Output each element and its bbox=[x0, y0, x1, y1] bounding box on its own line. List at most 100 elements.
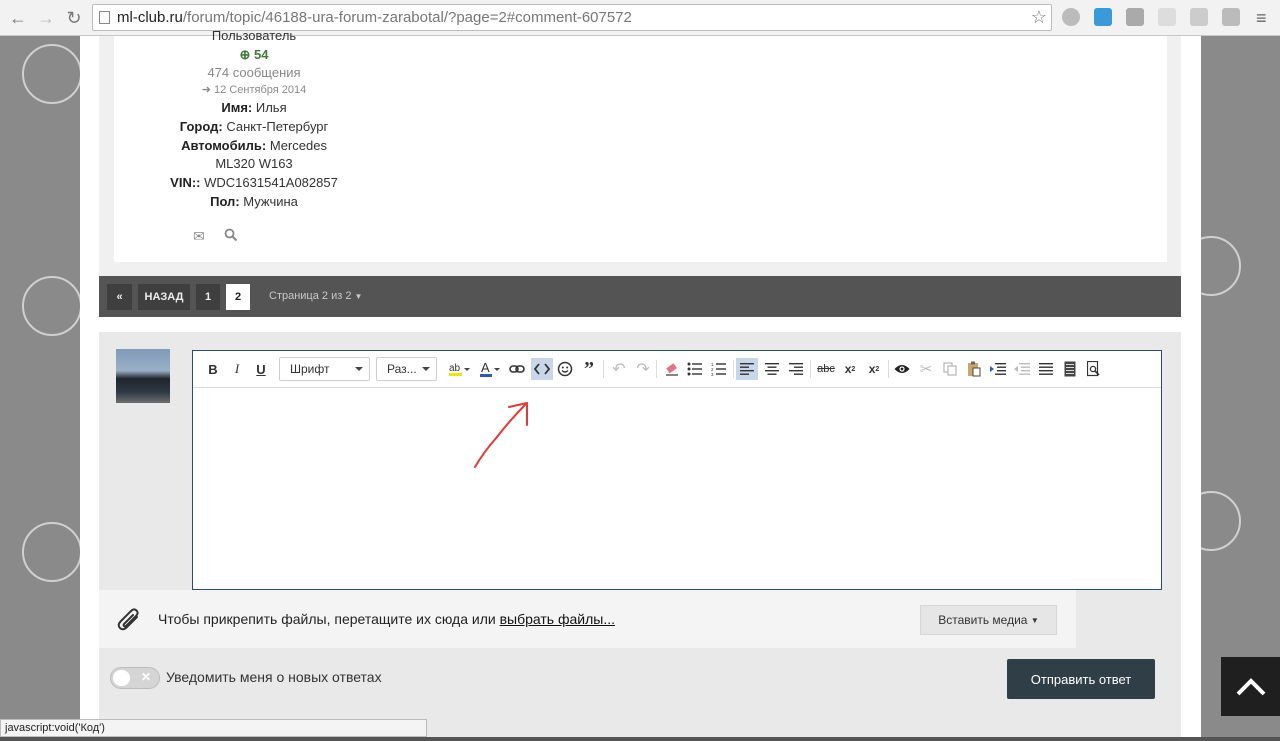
menu-icon[interactable]: ≡ bbox=[1256, 8, 1267, 29]
paperclip-icon bbox=[117, 606, 141, 639]
profile-field-car: Автомобиль: Mercedes bbox=[181, 138, 327, 153]
extension-icon[interactable] bbox=[1190, 8, 1208, 26]
insert-media-button[interactable]: Вставить медиа ▼ bbox=[920, 605, 1057, 635]
numbered-list-icon[interactable]: 123 bbox=[709, 358, 729, 380]
svg-text:A: A bbox=[481, 360, 490, 375]
first-page-button[interactable]: « bbox=[107, 284, 132, 310]
underline-button[interactable]: U bbox=[252, 358, 270, 380]
source-document-icon[interactable] bbox=[1060, 358, 1080, 380]
preview-eye-icon[interactable] bbox=[892, 358, 912, 380]
undo-icon[interactable]: ↶ bbox=[609, 358, 629, 380]
mercedes-logo-watermark bbox=[1201, 236, 1241, 296]
sign-in-icon: ➜ bbox=[201, 84, 211, 96]
page-link-1[interactable]: 1 bbox=[196, 284, 220, 310]
author-profile-card: Пользователь ⊕ 54 474 сообщения ➜ 12 Сен… bbox=[114, 28, 1167, 262]
close-icon: ✕ bbox=[141, 670, 152, 684]
post-count: 474 сообщения bbox=[207, 65, 301, 80]
indent-icon[interactable] bbox=[988, 358, 1008, 380]
scroll-to-top-button[interactable] bbox=[1221, 657, 1280, 716]
italic-button[interactable]: I bbox=[228, 358, 246, 380]
extension-icon[interactable] bbox=[1062, 8, 1080, 26]
superscript-icon[interactable]: x2 bbox=[840, 358, 860, 380]
page-content: Пользователь ⊕ 54 474 сообщения ➜ 12 Сен… bbox=[80, 28, 1201, 741]
pagination-bar: « НАЗАД 1 2 Страница 2 из 2 ▼ bbox=[99, 276, 1181, 317]
reload-icon[interactable]: ↻ bbox=[60, 4, 88, 32]
notify-label: Уведомить меня о новых ответах bbox=[166, 669, 382, 685]
copy-icon[interactable] bbox=[940, 358, 960, 380]
bottom-strip bbox=[0, 737, 1280, 741]
notify-toggle[interactable]: ✕ bbox=[110, 667, 160, 689]
quote-icon[interactable]: ” bbox=[579, 358, 599, 380]
justify-icon[interactable] bbox=[1036, 358, 1056, 380]
reply-form: B I U Шрифт Раз... ab A ” ↶ ↷ 1 2 3 abc … bbox=[99, 332, 1181, 741]
caret-down-icon bbox=[422, 367, 430, 371]
caret-down-icon: ▼ bbox=[1030, 615, 1039, 625]
toolbar-separator bbox=[810, 360, 811, 378]
bookmark-star-icon[interactable]: ☆ bbox=[1031, 7, 1047, 28]
profile-field-car-model: ML320 W163 bbox=[215, 156, 293, 171]
search-icon[interactable] bbox=[224, 228, 238, 247]
emoji-icon[interactable] bbox=[555, 358, 575, 380]
previous-page-button[interactable]: НАЗАД bbox=[138, 284, 190, 310]
align-right-icon[interactable] bbox=[786, 358, 806, 380]
bulleted-list-icon[interactable] bbox=[685, 358, 705, 380]
toggle-knob bbox=[113, 670, 130, 686]
page-link-current[interactable]: 2 bbox=[226, 284, 250, 310]
choose-files-link[interactable]: выбрать файлы... bbox=[500, 611, 615, 627]
extension-icon[interactable] bbox=[1126, 8, 1144, 26]
mercedes-logo-watermark bbox=[22, 522, 80, 582]
print-preview-icon[interactable] bbox=[1084, 358, 1104, 380]
mercedes-logo-watermark bbox=[22, 276, 80, 336]
paste-icon[interactable] bbox=[964, 358, 984, 380]
envelope-icon[interactable]: ✉ bbox=[193, 228, 205, 245]
profile-field-name: Имя: Илья bbox=[221, 100, 287, 115]
text-color-icon[interactable]: A bbox=[477, 358, 503, 380]
toolbar-separator bbox=[888, 360, 889, 378]
extension-icon[interactable] bbox=[1094, 8, 1112, 26]
strikethrough-icon[interactable]: abc bbox=[815, 358, 837, 380]
double-chevron-left-icon: « bbox=[116, 291, 123, 303]
back-arrow-icon[interactable]: ← bbox=[4, 4, 32, 32]
toolbar-separator bbox=[733, 360, 734, 378]
page-jump-dropdown[interactable]: Страница 2 из 2 ▼ bbox=[269, 290, 362, 302]
forward-arrow-icon[interactable]: → bbox=[32, 4, 60, 32]
page-icon bbox=[99, 11, 110, 24]
caret-down-icon bbox=[355, 367, 363, 371]
caret-down-icon: ▼ bbox=[354, 292, 363, 301]
profile-field-city: Город: Санкт-Петербург bbox=[179, 119, 329, 134]
svg-text:3: 3 bbox=[711, 372, 714, 376]
url-path: /forum/topic/46188-ura-forum-zarabotal/?… bbox=[182, 9, 632, 26]
submit-reply-button[interactable]: Отправить ответ bbox=[1007, 659, 1155, 699]
annotation-arrow bbox=[474, 402, 528, 468]
extension-icon[interactable] bbox=[1158, 8, 1176, 26]
rich-text-editor[interactable]: B I U Шрифт Раз... ab A ” ↶ ↷ 1 2 3 abc … bbox=[192, 350, 1162, 590]
profile-field-vin: VIN:: WDC1631541A082857 bbox=[170, 175, 338, 190]
code-icon[interactable] bbox=[531, 358, 553, 380]
extension-icon[interactable] bbox=[1222, 8, 1240, 26]
mercedes-logo-watermark bbox=[1201, 491, 1241, 551]
cut-icon[interactable]: ✂ bbox=[916, 358, 936, 380]
remove-format-icon[interactable] bbox=[661, 358, 683, 380]
toolbar-separator bbox=[603, 360, 604, 378]
link-icon[interactable] bbox=[507, 358, 527, 380]
profile-field-gender: Пол: Мужчина bbox=[210, 194, 298, 209]
align-center-icon[interactable] bbox=[762, 358, 782, 380]
editor-toolbar: B I U Шрифт Раз... ab A ” ↶ ↷ 1 2 3 abc … bbox=[193, 351, 1161, 388]
mercedes-logo-watermark bbox=[22, 44, 80, 104]
font-size-select[interactable]: Раз... bbox=[376, 357, 437, 381]
subscript-icon[interactable]: x2 bbox=[864, 358, 884, 380]
attachment-dropzone[interactable]: Чтобы прикрепить файлы, перетащите их сю… bbox=[99, 590, 1076, 648]
font-family-select[interactable]: Шрифт bbox=[279, 357, 370, 381]
bold-button[interactable]: B bbox=[204, 358, 222, 380]
align-left-icon[interactable] bbox=[736, 358, 758, 380]
avatar bbox=[116, 349, 170, 403]
toolbar-separator bbox=[656, 360, 657, 378]
redo-icon[interactable]: ↷ bbox=[633, 358, 653, 380]
outdent-icon[interactable] bbox=[1012, 358, 1032, 380]
svg-text:ab: ab bbox=[449, 363, 461, 374]
url-host: ml-club.ru bbox=[117, 9, 183, 26]
reputation-badge: ⊕ 54 bbox=[239, 47, 269, 62]
highlight-color-icon[interactable]: ab bbox=[446, 358, 472, 380]
plus-circle-icon: ⊕ bbox=[239, 47, 251, 62]
status-bar: javascript:void('Код') bbox=[0, 719, 427, 737]
